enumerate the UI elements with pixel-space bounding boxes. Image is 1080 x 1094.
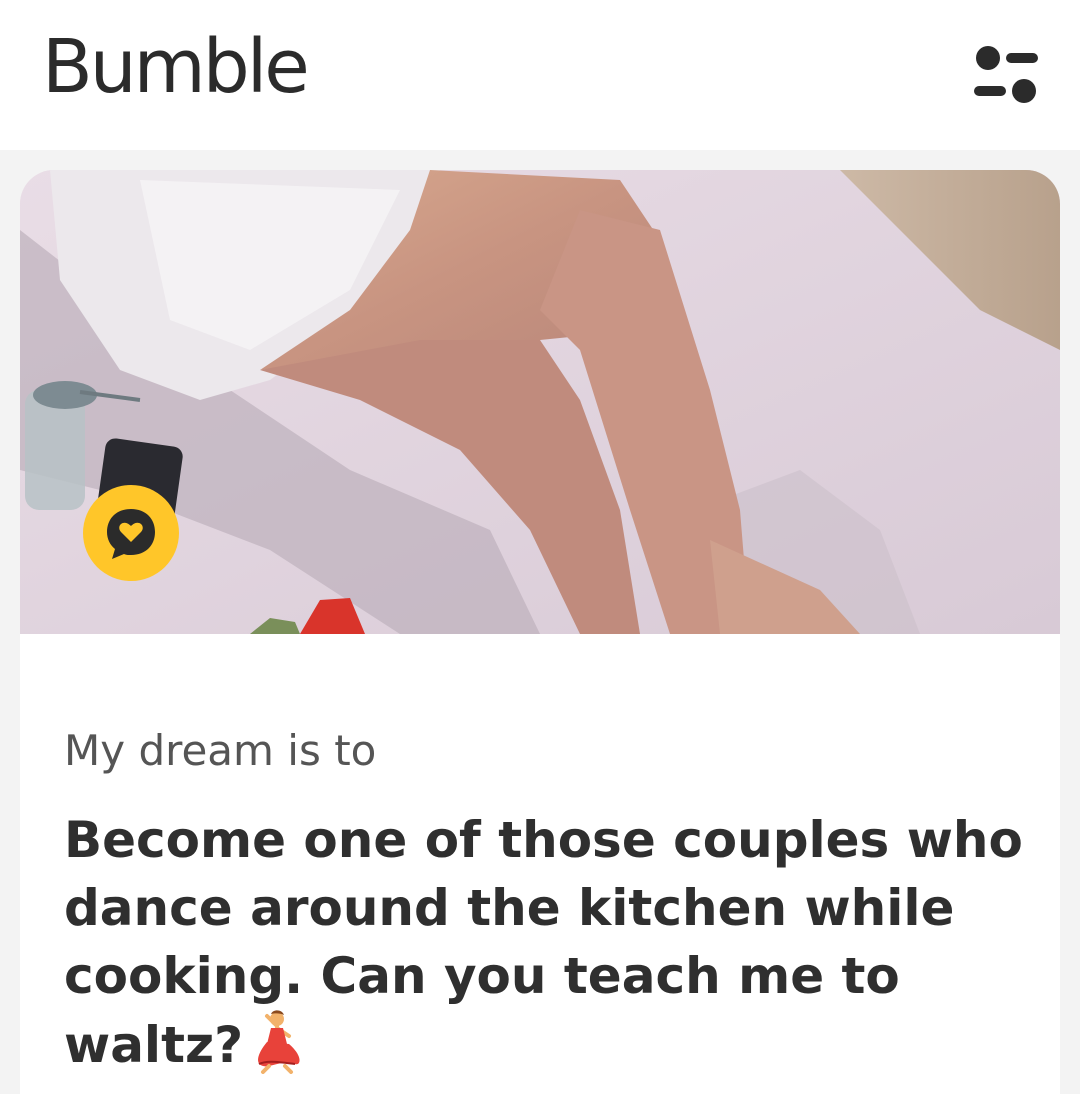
- filter-button[interactable]: [966, 40, 1046, 110]
- chat-heart-icon: [107, 509, 155, 559]
- app-screen: Bumble My dream is to Become one of thos…: [0, 0, 1080, 1094]
- profile-photo[interactable]: [20, 170, 1060, 634]
- prompt-answer-text: Become one of those couples who dance ar…: [64, 811, 1023, 1074]
- chat-button[interactable]: [83, 485, 179, 581]
- top-bar: Bumble: [0, 0, 1080, 150]
- dancer-emoji-icon: [249, 1010, 305, 1091]
- prompt-answer: Become one of those couples who dance ar…: [64, 806, 1024, 1091]
- app-title: Bumble: [42, 24, 310, 110]
- filter-toggles-icon: [974, 46, 1038, 103]
- prompt-question: My dream is to: [64, 726, 377, 775]
- profile-card[interactable]: My dream is to Become one of those coupl…: [20, 170, 1060, 1094]
